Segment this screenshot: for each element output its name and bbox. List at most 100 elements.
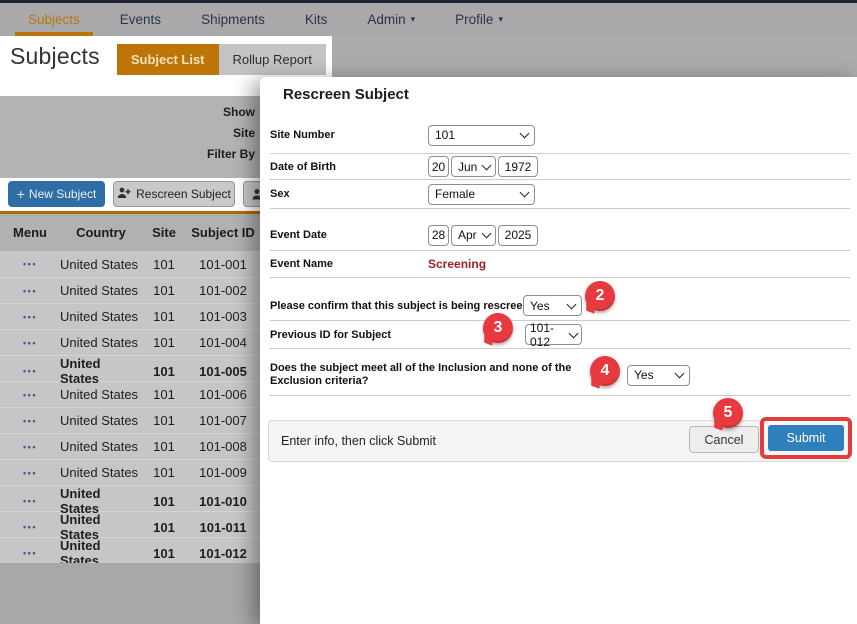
dob-year-input[interactable]: 1972 [498,156,538,177]
table-row[interactable]: ••• United States 101 101-011 [0,511,260,537]
column-header-menu[interactable]: Menu [0,225,60,240]
cell-site: 101 [142,465,186,480]
table-row[interactable]: ••• United States 101 101-001 [0,251,260,277]
rescreen-subject-button[interactable]: Rescreen Subject [113,181,235,207]
criteria-row: Does the subject meet all of the Inclusi… [270,355,850,396]
cell-subject-id: 101-005 [186,364,260,379]
nav-item-admin[interactable]: Admin ▾ [367,12,415,27]
criteria-value: Yes [634,368,654,382]
table-row[interactable]: ••• United States 101 101-003 [0,303,260,329]
row-menu-icon[interactable]: ••• [0,366,60,376]
tab-subject-list[interactable]: Subject List [117,44,219,75]
filter-label-show: Show [223,105,255,119]
column-header-site[interactable]: Site [142,225,186,240]
dob-day-input[interactable]: 20 [428,156,449,177]
app-screen: Subjects Events Shipments Kits Admin ▾ P… [0,0,857,624]
event-month-select[interactable]: Apr [451,225,496,246]
filter-panel: Show Site Filter By [0,96,260,178]
table-row[interactable]: ••• United States 101 101-010 [0,485,260,511]
annotation-badge-2: 2 [585,281,615,311]
chevron-down-icon [675,369,685,379]
previous-id-value: 101-012 [530,321,568,349]
sex-label: Sex [270,188,290,200]
row-menu-icon[interactable]: ••• [0,522,60,532]
column-header-subject-id[interactable]: Subject ID [186,225,260,240]
table-row[interactable]: ••• United States 101 101-002 [0,277,260,303]
cell-site: 101 [142,387,186,402]
previous-id-row: Previous ID for Subject 101-012 [270,321,850,349]
event-name-label: Event Name [270,258,333,270]
column-header-country[interactable]: Country [60,225,142,240]
criteria-select[interactable]: Yes [627,365,690,386]
nav-item-events[interactable]: Events [120,12,161,27]
row-menu-icon[interactable]: ••• [0,390,60,400]
tab-rollup-report[interactable]: Rollup Report [219,44,327,75]
table-row[interactable]: ••• United States 101 101-008 [0,433,260,459]
row-menu-icon[interactable]: ••• [0,259,60,269]
event-year-input[interactable]: 2025 [498,225,538,246]
chevron-down-icon [520,188,530,198]
sex-select[interactable]: Female [428,184,535,205]
row-menu-icon[interactable]: ••• [0,312,60,322]
nav-label: Profile [455,12,493,27]
previous-id-select[interactable]: 101-012 [525,324,582,345]
cell-country: United States [60,465,142,480]
row-menu-icon[interactable]: ••• [0,496,60,506]
event-month-value: Apr [458,228,477,242]
dob-month-value: Jun [458,160,477,174]
sex-row: Sex Female [270,180,850,209]
chevron-down-icon [569,328,579,338]
cell-site: 101 [142,309,186,324]
cell-country: United States [60,439,142,454]
page-header: Subjects Subject List Rollup Report [0,36,332,77]
date-of-birth-row: Date of Birth 20 Jun 1972 [270,154,850,180]
row-menu-icon[interactable]: ••• [0,286,60,296]
confirm-rescreen-select[interactable]: Yes [523,295,582,316]
dimmed-backdrop-strip [332,36,857,77]
chevron-down-icon [520,129,530,139]
table-row[interactable]: ••• United States 101 101-009 [0,459,260,485]
row-menu-icon[interactable]: ••• [0,416,60,426]
criteria-label: Does the subject meet all of the Inclusi… [270,362,622,388]
table-row[interactable]: ••• United States 101 101-007 [0,407,260,433]
rescreen-form: Site Number 101 Date of Birth 20 Jun 197… [270,117,850,396]
row-menu-icon[interactable]: ••• [0,548,60,558]
row-menu-icon[interactable]: ••• [0,468,60,478]
nav-item-subjects[interactable]: Subjects [28,12,80,27]
cancel-button[interactable]: Cancel [689,426,759,453]
nav-item-shipments[interactable]: Shipments [201,12,265,27]
caret-down-icon: ▾ [411,15,416,24]
cell-site: 101 [142,413,186,428]
table-row[interactable]: ••• United States 101 101-004 [0,329,260,355]
dob-month-select[interactable]: Jun [451,156,496,177]
submit-button[interactable]: Submit [768,425,844,451]
cell-subject-id: 101-008 [186,439,260,454]
site-number-select[interactable]: 101 [428,125,535,146]
event-name-value: Screening [428,257,486,271]
cell-subject-id: 101-006 [186,387,260,402]
site-number-value: 101 [435,128,455,142]
new-subject-label: New Subject [29,187,96,201]
submit-highlight-box: Submit [760,417,852,459]
rescreen-subject-modal: Rescreen Subject Site Number 101 Date of… [260,77,857,624]
nav-item-profile[interactable]: Profile ▾ [455,12,503,27]
cell-site: 101 [142,520,186,535]
row-menu-icon[interactable]: ••• [0,338,60,348]
footer-hint-text: Enter info, then click Submit [281,434,436,448]
event-day-input[interactable]: 28 [428,225,449,246]
confirm-rescreen-value: Yes [530,299,550,313]
page-title: Subjects [10,43,100,70]
confirm-rescreen-label: Please confirm that this subject is bein… [270,300,542,312]
cell-country: United States [60,335,142,350]
table-row[interactable]: ••• United States 101 101-005 [0,355,260,381]
table-footer-space [0,563,260,624]
nav-label: Admin [367,12,405,27]
cell-subject-id: 101-010 [186,494,260,509]
nav-item-kits[interactable]: Kits [305,12,328,27]
filter-label-site: Site [233,126,255,140]
cell-site: 101 [142,546,186,561]
annotation-badge-3: 3 [483,313,513,343]
table-row[interactable]: ••• United States 101 101-012 [0,537,260,563]
row-menu-icon[interactable]: ••• [0,442,60,452]
new-subject-button[interactable]: + New Subject [8,181,105,207]
